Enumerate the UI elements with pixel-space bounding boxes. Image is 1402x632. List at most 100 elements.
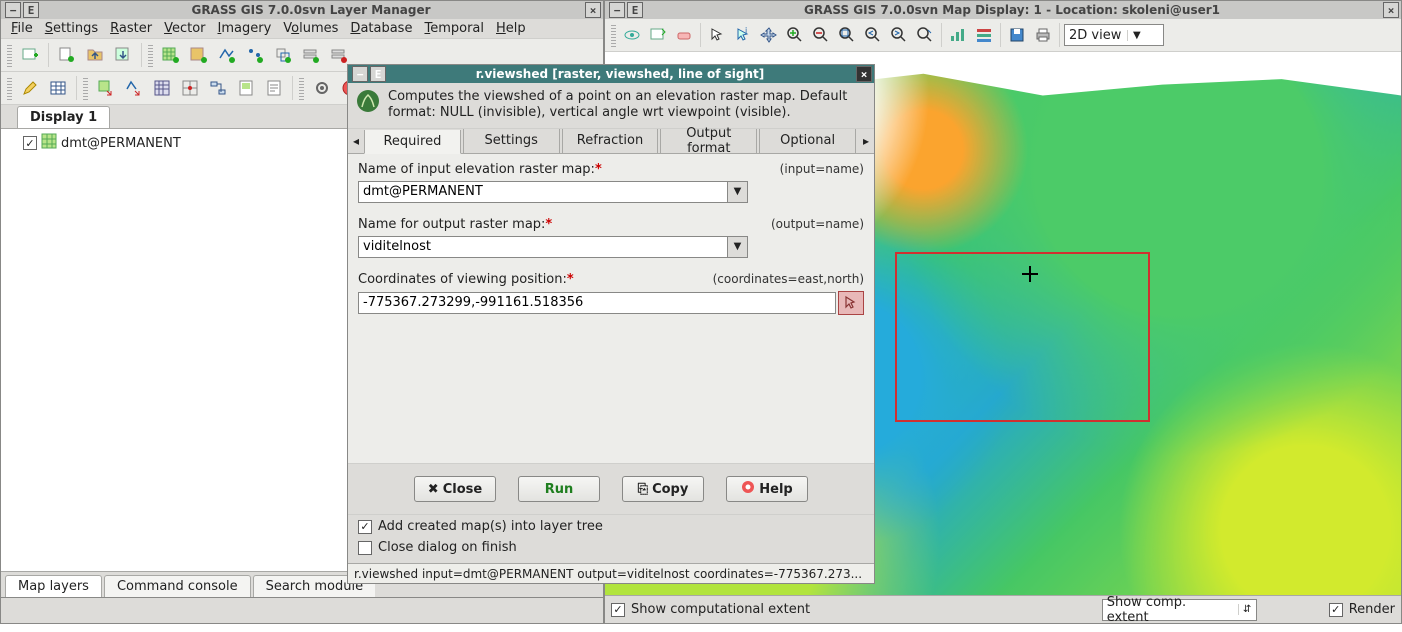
attribute-table-button[interactable] bbox=[46, 76, 70, 100]
raster-calc-button[interactable] bbox=[150, 76, 174, 100]
menu-vector[interactable]: Vector bbox=[160, 20, 209, 37]
menu-settings[interactable]: Settings bbox=[41, 20, 102, 37]
toolbar-grip[interactable] bbox=[7, 76, 12, 100]
dialog-close-button[interactable]: × bbox=[856, 66, 872, 82]
output-raster-field[interactable] bbox=[358, 236, 728, 258]
status-mode-select[interactable]: Show comp. extent ⇵ bbox=[1102, 599, 1257, 621]
tabs-scroll-left[interactable]: ◂ bbox=[348, 129, 364, 153]
dropdown-button[interactable]: ▼ bbox=[728, 181, 748, 203]
add-vector-button[interactable] bbox=[215, 43, 239, 67]
menu-database[interactable]: Database bbox=[346, 20, 416, 37]
dialog-checkbox-area: Add created map(s) into layer tree Close… bbox=[348, 514, 874, 563]
georectify-button[interactable] bbox=[178, 76, 202, 100]
menu-raster[interactable]: Raster bbox=[106, 20, 156, 37]
zoom-extent-button[interactable] bbox=[835, 23, 859, 47]
menu-temporal[interactable]: Temporal bbox=[420, 20, 488, 37]
tab-map-layers[interactable]: Map layers bbox=[5, 575, 102, 597]
copy-button-label: Copy bbox=[652, 482, 688, 497]
dialog-description: Computes the viewshed of a point on an e… bbox=[388, 89, 866, 122]
pan-button[interactable] bbox=[757, 23, 781, 47]
close-on-finish-checkbox[interactable] bbox=[358, 541, 372, 555]
layer-visibility-checkbox[interactable] bbox=[23, 136, 37, 150]
save-display-button[interactable] bbox=[1005, 23, 1029, 47]
tab-command-console[interactable]: Command console bbox=[104, 575, 251, 597]
dialog-button-row: ✖ Close Run ⎘ Copy Help bbox=[348, 463, 874, 514]
zoom-out-button[interactable] bbox=[809, 23, 833, 47]
map-display-titlebar[interactable]: − E GRASS GIS 7.0.0svn Map Display: 1 - … bbox=[605, 1, 1401, 19]
menu-help[interactable]: Help bbox=[492, 20, 530, 37]
analyze-button[interactable] bbox=[946, 23, 970, 47]
viewpoint-cursor-icon bbox=[1022, 266, 1038, 282]
wm-menu-button[interactable]: − bbox=[352, 66, 368, 82]
dlg-tab-refraction[interactable]: Refraction bbox=[562, 129, 659, 153]
coordinates-field[interactable] bbox=[358, 292, 836, 314]
run-button[interactable]: Run bbox=[518, 476, 600, 502]
workspace-save-button[interactable] bbox=[111, 43, 135, 67]
toolbar-grip[interactable] bbox=[299, 76, 304, 100]
auto-render-checkbox[interactable] bbox=[1329, 603, 1343, 617]
dlg-tab-output-format[interactable]: Output format bbox=[660, 129, 757, 153]
svg-text:i: i bbox=[745, 26, 747, 35]
input-raster-field[interactable] bbox=[358, 181, 728, 203]
view-mode-select[interactable]: 2D view ▼ bbox=[1064, 24, 1164, 46]
wm-expand-button[interactable]: E bbox=[23, 2, 39, 18]
dialog-titlebar[interactable]: − E r.viewshed [raster, viewshed, line o… bbox=[348, 65, 874, 83]
menu-file[interactable]: File bbox=[7, 20, 37, 37]
redraw-button[interactable] bbox=[646, 23, 670, 47]
dlg-tab-optional[interactable]: Optional bbox=[759, 129, 856, 153]
wm-menu-button[interactable]: − bbox=[5, 2, 21, 18]
erase-button[interactable] bbox=[672, 23, 696, 47]
lm-statusbar bbox=[0, 598, 604, 624]
print-button[interactable] bbox=[1031, 23, 1055, 47]
wm-menu-button[interactable]: − bbox=[609, 2, 625, 18]
tabs-scroll-right[interactable]: ▸ bbox=[858, 129, 874, 153]
dlg-tab-required[interactable]: Required bbox=[364, 130, 461, 154]
toolbar-grip[interactable] bbox=[83, 76, 88, 100]
workspace-new-button[interactable] bbox=[55, 43, 79, 67]
new-display-button[interactable] bbox=[18, 43, 42, 67]
wm-close-button[interactable]: × bbox=[585, 2, 601, 18]
add-to-tree-checkbox[interactable] bbox=[358, 520, 372, 534]
show-extent-checkbox[interactable] bbox=[611, 603, 625, 617]
menu-imagery[interactable]: Imagery bbox=[214, 20, 276, 37]
wm-close-button[interactable]: × bbox=[1383, 2, 1399, 18]
toolbar-grip[interactable] bbox=[148, 43, 153, 67]
add-raster-misc-button[interactable] bbox=[187, 43, 211, 67]
settings-button[interactable] bbox=[310, 76, 334, 100]
pointer-button[interactable] bbox=[705, 23, 729, 47]
overlay-menu-button[interactable] bbox=[972, 23, 996, 47]
pick-coordinates-button[interactable] bbox=[838, 291, 864, 315]
layer-manager-titlebar[interactable]: − E GRASS GIS 7.0.0svn Layer Manager × bbox=[1, 1, 603, 19]
display-tab[interactable]: Display 1 bbox=[17, 106, 110, 128]
workspace-open-button[interactable] bbox=[83, 43, 107, 67]
add-vector-misc-button[interactable] bbox=[243, 43, 267, 67]
modeler-button[interactable] bbox=[206, 76, 230, 100]
query-button[interactable]: i bbox=[731, 23, 755, 47]
dialog-title: r.viewshed [raster, viewshed, line of si… bbox=[386, 67, 854, 81]
add-group-button[interactable] bbox=[299, 43, 323, 67]
coord-label: Coordinates of viewing position: bbox=[358, 272, 567, 287]
toolbar-grip[interactable] bbox=[611, 23, 616, 47]
wm-expand-button[interactable]: E bbox=[627, 2, 643, 18]
add-to-tree-label: Add created map(s) into layer tree bbox=[378, 519, 603, 534]
zoom-next-button[interactable] bbox=[887, 23, 911, 47]
script-button[interactable] bbox=[262, 76, 286, 100]
edit-vector-button[interactable] bbox=[18, 76, 42, 100]
render-button[interactable] bbox=[620, 23, 644, 47]
import-vector-button[interactable] bbox=[122, 76, 146, 100]
toolbar-grip[interactable] bbox=[7, 43, 12, 67]
zoom-menu-button[interactable] bbox=[913, 23, 937, 47]
dropdown-button[interactable]: ▼ bbox=[728, 236, 748, 258]
add-overlay-button[interactable] bbox=[271, 43, 295, 67]
close-button[interactable]: ✖ Close bbox=[414, 476, 496, 502]
menu-volumes[interactable]: Volumes bbox=[279, 20, 342, 37]
copy-button[interactable]: ⎘ Copy bbox=[622, 476, 704, 502]
wm-expand-button[interactable]: E bbox=[370, 66, 386, 82]
help-button[interactable]: Help bbox=[726, 476, 808, 502]
dlg-tab-settings[interactable]: Settings bbox=[463, 129, 560, 153]
zoom-in-button[interactable] bbox=[783, 23, 807, 47]
cartographic-composer-button[interactable] bbox=[234, 76, 258, 100]
import-raster-button[interactable] bbox=[94, 76, 118, 100]
add-raster-button[interactable] bbox=[159, 43, 183, 67]
zoom-last-button[interactable] bbox=[861, 23, 885, 47]
